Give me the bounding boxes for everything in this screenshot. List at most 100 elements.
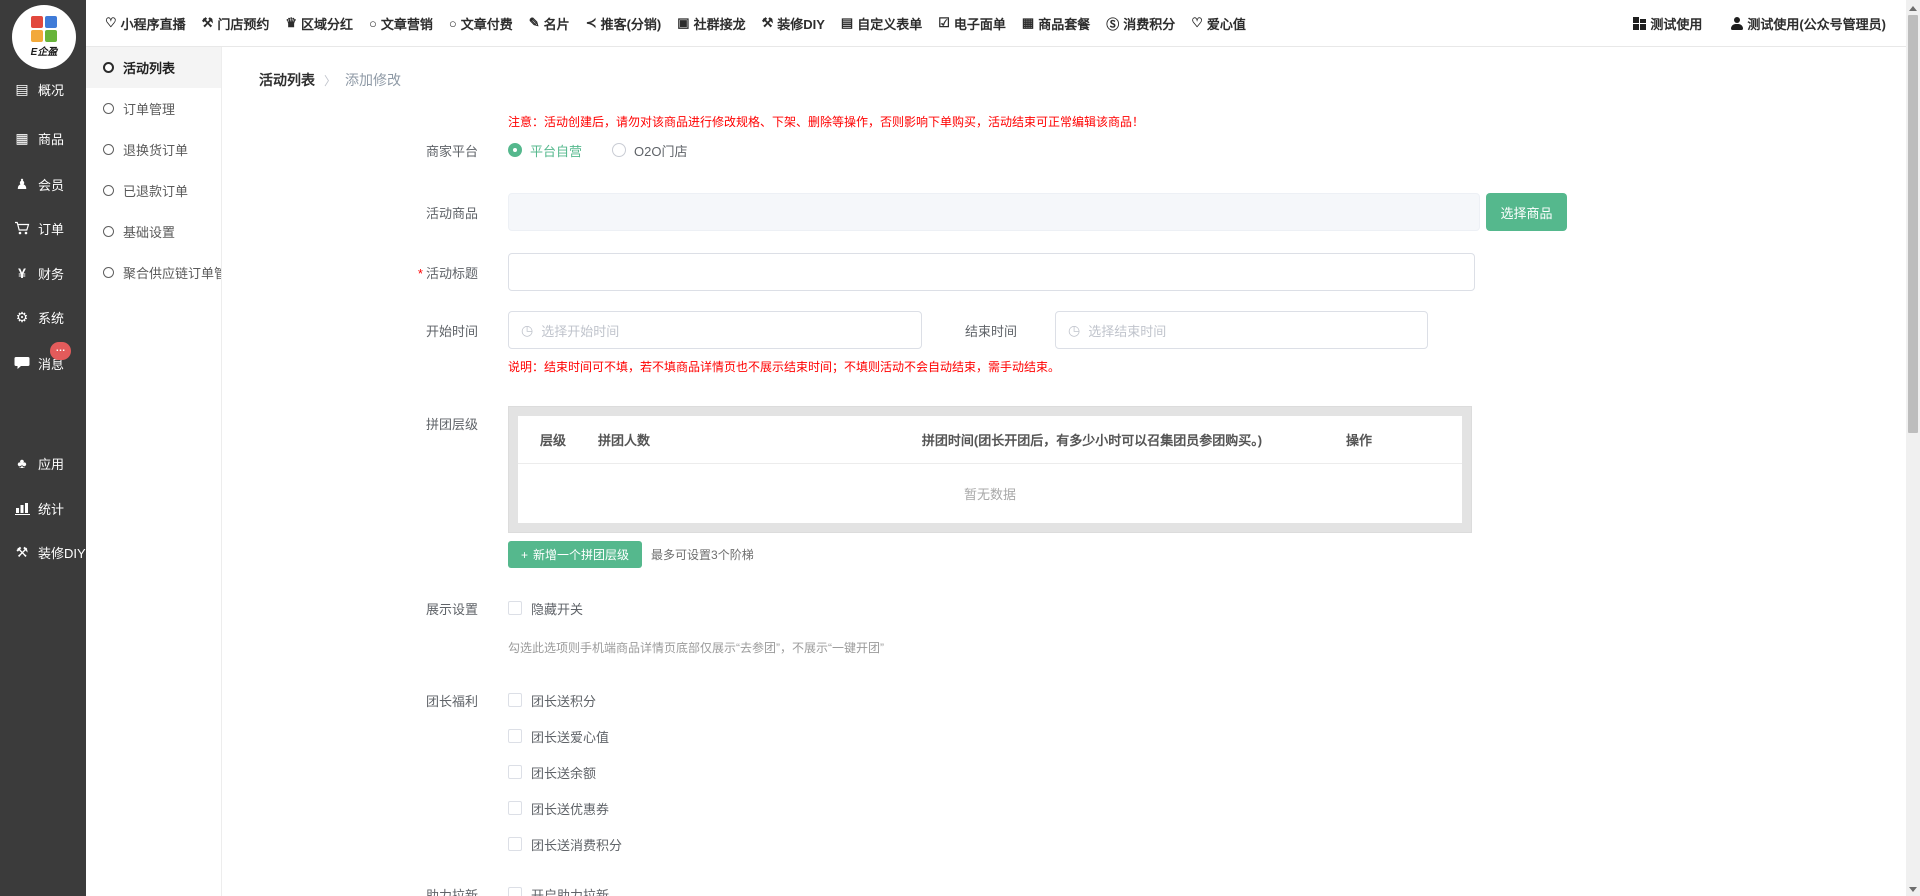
required-asterisk: * bbox=[418, 266, 423, 281]
radio-o2o-store[interactable]: O2O门店 bbox=[612, 141, 687, 160]
submenu-item-basic-settings[interactable]: 基础设置 bbox=[86, 211, 221, 252]
benefit-points-checkbox[interactable]: 团长送积分 bbox=[508, 691, 596, 710]
vertical-scrollbar[interactable] bbox=[1906, 0, 1920, 896]
sidebar-item-overview[interactable]: ▤ 概况 bbox=[14, 80, 64, 98]
sidebar-item-label: 系统 bbox=[38, 308, 64, 327]
account-menu[interactable]: 测试使用(公众号管理员) bbox=[1730, 14, 1886, 33]
benefit-balance-checkbox[interactable]: 团长送余额 bbox=[508, 763, 596, 782]
activity-product-label: 活动商品 bbox=[222, 203, 508, 222]
cutoff-label: 助力拉新 bbox=[222, 885, 508, 896]
checkbox-icon bbox=[508, 837, 522, 851]
add-level-button[interactable]: + 新增一个拼团层级 bbox=[508, 541, 642, 568]
leader-benefit-row: 团长送余额 bbox=[222, 762, 596, 782]
nav-item-article-marketing[interactable]: ○文章营销 bbox=[369, 14, 433, 33]
sidebar-item-label: 概况 bbox=[38, 80, 64, 99]
plus-icon: + bbox=[521, 548, 528, 562]
pen-icon: ✎ bbox=[529, 15, 540, 31]
edit-square-icon: ☑ bbox=[938, 15, 950, 31]
nav-item-consume-points[interactable]: Ⓢ消费积分 bbox=[1106, 14, 1175, 33]
checkbox-icon bbox=[508, 729, 522, 743]
finance-yen-icon: ¥ bbox=[14, 265, 30, 281]
benefit-consume-points-checkbox[interactable]: 团长送消费积分 bbox=[508, 835, 622, 854]
nav-item-store-booking[interactable]: ⚒门店预约 bbox=[202, 14, 270, 33]
submenu-item-return-orders[interactable]: 退换货订单 bbox=[86, 129, 221, 170]
sidebar-item-orders[interactable]: 订单 bbox=[14, 219, 64, 237]
benefit-love-checkbox[interactable]: 团长送爱心值 bbox=[508, 727, 609, 746]
sidebar-item-goods[interactable]: ▦ 商品 bbox=[14, 129, 64, 147]
hide-switch-checkbox[interactable]: 隐藏开关 bbox=[508, 599, 583, 618]
benefit-coupon-checkbox[interactable]: 团长送优惠券 bbox=[508, 799, 609, 818]
workspace-switcher[interactable]: 测试使用 bbox=[1633, 14, 1702, 33]
activity-product-input[interactable] bbox=[508, 193, 1480, 231]
checkbox-icon bbox=[508, 601, 522, 615]
cutoff-checkbox[interactable]: 开启助力拉新 bbox=[508, 885, 609, 896]
column-action: 操作 bbox=[1346, 430, 1462, 449]
end-time-input[interactable]: ◷ 选择结束时间 bbox=[1055, 311, 1428, 349]
main-sidebar: E企盈 ▤ 概况 ▦ 商品 ♟ 会员 订单 ¥ 财务 ⚙ 系统 消息 bbox=[0, 0, 86, 896]
max-levels-hint: 最多可设置3个阶梯 bbox=[651, 546, 754, 563]
cutoff-row: 助力拉新 开启助力拉新 bbox=[222, 884, 609, 896]
start-time-input[interactable]: ◷ 选择开始时间 bbox=[508, 311, 922, 349]
sidebar-item-finance[interactable]: ¥ 财务 bbox=[14, 264, 64, 282]
end-time-label: 结束时间 bbox=[965, 321, 1017, 340]
nav-item-decorate-diy[interactable]: ⚒装修DIY bbox=[762, 14, 825, 33]
end-time-placeholder: 选择结束时间 bbox=[1088, 321, 1166, 340]
submenu-item-order-management[interactable]: 订单管理 bbox=[86, 88, 221, 129]
logo-text: E企盈 bbox=[31, 43, 58, 58]
start-time-placeholder: 选择开始时间 bbox=[541, 321, 619, 340]
leader-benefit-row: 团长送消费积分 bbox=[222, 834, 622, 854]
submenu-item-supply-chain-orders[interactable]: 聚合供应链订单管理 bbox=[86, 252, 221, 293]
nav-item-e-waybill[interactable]: ☑电子面单 bbox=[938, 14, 1006, 33]
main-content: 活动列表 〉 添加修改 注意：活动创建后，请勿对该商品进行修改规格、下架、删除等… bbox=[222, 47, 1906, 896]
scroll-up-icon[interactable] bbox=[1909, 6, 1917, 11]
package-icon: ▦ bbox=[1022, 15, 1034, 31]
radio-selected-icon bbox=[508, 143, 522, 157]
logo-mark-icon bbox=[31, 16, 57, 42]
scroll-down-icon[interactable] bbox=[1909, 887, 1917, 892]
time-row: 开始时间 ◷ 选择开始时间 结束时间 ◷ 选择结束时间 bbox=[222, 311, 1428, 349]
orders-cart-icon bbox=[14, 221, 30, 235]
circle-icon: ○ bbox=[369, 16, 377, 31]
column-level: 层级 bbox=[540, 430, 598, 449]
nav-item-product-package[interactable]: ▦商品套餐 bbox=[1022, 14, 1090, 33]
sidebar-item-stats[interactable]: 统计 bbox=[14, 499, 64, 517]
overview-icon: ▤ bbox=[14, 81, 30, 98]
sub-sidebar: 活动列表 订单管理 退换货订单 已退款订单 基础设置 聚合供应链订单管理 bbox=[86, 47, 222, 896]
breadcrumb-activity-list[interactable]: 活动列表 bbox=[259, 70, 315, 90]
nav-item-distribution[interactable]: ≺推客(分销) bbox=[586, 14, 662, 33]
nav-item-live[interactable]: ♡小程序直播 bbox=[105, 14, 186, 33]
circle-bullet-icon bbox=[103, 267, 114, 278]
nav-item-article-pay[interactable]: ○文章付费 bbox=[449, 14, 513, 33]
radio-platform-self[interactable]: 平台自营 bbox=[508, 141, 582, 160]
user-icon bbox=[1730, 17, 1743, 30]
sidebar-item-members[interactable]: ♟ 会员 bbox=[14, 175, 64, 193]
sidebar-item-label: 装修DIY bbox=[38, 543, 86, 562]
nav-item-group-chain[interactable]: ▣社群接龙 bbox=[677, 14, 745, 33]
activity-product-row: 活动商品 选择商品 bbox=[222, 193, 1567, 231]
time-note-row: 说明：结束时间可不填，若不填商品详情页也不展示结束时间；不填则活动不会自动结束，… bbox=[222, 358, 1060, 375]
submenu-item-refunded-orders[interactable]: 已退款订单 bbox=[86, 170, 221, 211]
tools-icon: ⚒ bbox=[202, 15, 214, 31]
activity-title-input[interactable] bbox=[508, 253, 1475, 291]
column-people: 拼团人数 bbox=[598, 430, 838, 449]
table-empty-state: 暂无数据 bbox=[518, 464, 1462, 523]
submenu-item-activity-list[interactable]: 活动列表 bbox=[86, 47, 221, 88]
nav-item-region-dividend[interactable]: ♛区域分红 bbox=[285, 14, 353, 33]
app-logo[interactable]: E企盈 bbox=[12, 5, 76, 69]
breadcrumb-current-page: 添加修改 bbox=[345, 70, 401, 90]
image-icon: ▣ bbox=[677, 15, 689, 31]
nav-item-business-card[interactable]: ✎名片 bbox=[529, 14, 570, 33]
form-icon: ▤ bbox=[841, 15, 853, 31]
sidebar-item-label: 财务 bbox=[38, 264, 64, 283]
group-levels-table: 层级 拼团人数 拼团时间(团长开团后，有多少小时可以召集团员参团购买。) 操作 … bbox=[508, 406, 1472, 533]
sidebar-item-apps[interactable]: ♣ 应用 bbox=[14, 454, 64, 472]
sidebar-item-diy[interactable]: ⚒ 装修DIY bbox=[14, 543, 86, 561]
display-help-text: 勾选此选项则手机端商品详情页底部仅展示“去参团”，不展示“一键开团” bbox=[508, 639, 884, 656]
nav-item-love-value[interactable]: ♡爱心值 bbox=[1191, 14, 1246, 33]
scrollbar-thumb[interactable] bbox=[1908, 15, 1918, 433]
nav-item-custom-form[interactable]: ▤自定义表单 bbox=[841, 14, 922, 33]
sidebar-item-system[interactable]: ⚙ 系统 bbox=[14, 308, 64, 326]
clock-icon: ◷ bbox=[521, 322, 533, 339]
select-product-button[interactable]: 选择商品 bbox=[1486, 193, 1567, 231]
grid-icon bbox=[1633, 17, 1646, 30]
